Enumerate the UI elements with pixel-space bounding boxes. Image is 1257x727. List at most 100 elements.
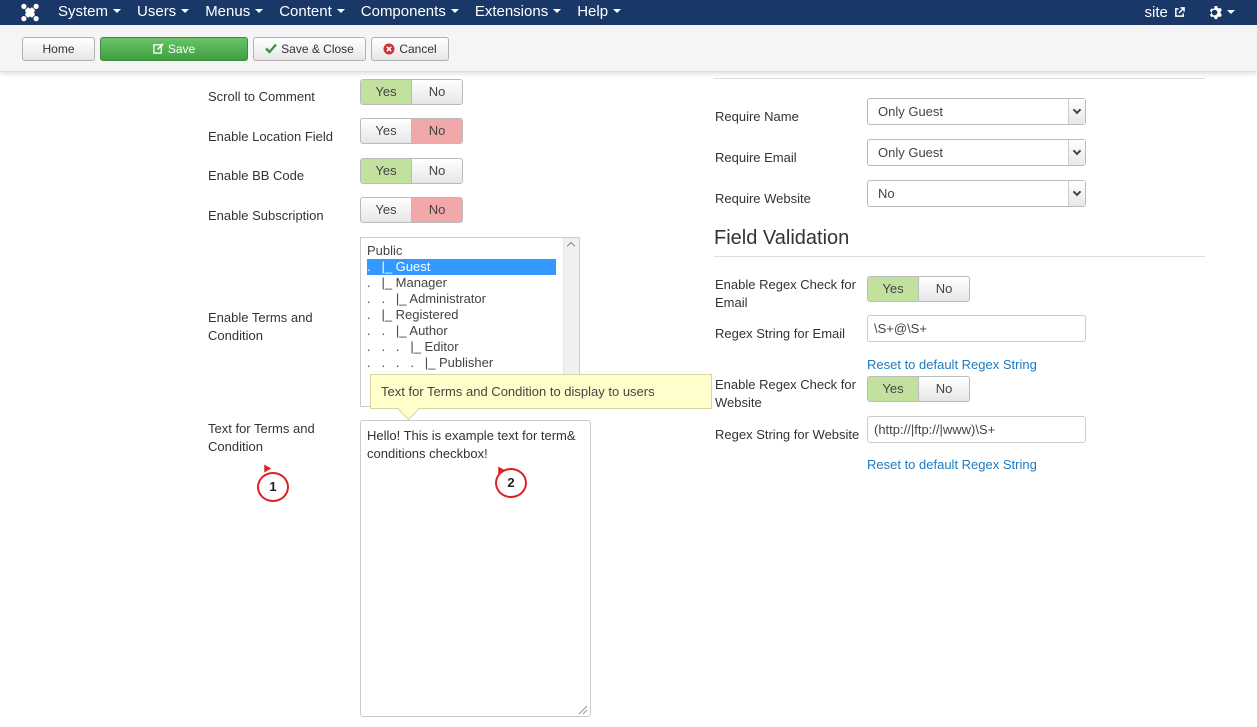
terms-text-line1: Hello! This is example text for term& (367, 428, 576, 443)
settings-menu[interactable] (1207, 5, 1235, 20)
chevron-down-icon[interactable] (1068, 181, 1085, 206)
caret-down-icon (613, 9, 622, 14)
require-website-select[interactable]: No (867, 180, 1086, 207)
scroll-to-comment-toggle: Yes No (360, 79, 463, 105)
enable-terms-label-line1: Enable Terms and (208, 310, 313, 325)
save-label: Save (167, 42, 196, 56)
listbox-option-selected[interactable]: . |_ Guest (367, 259, 556, 275)
regex-email-check-label: Enable Regex Check for Email (715, 276, 856, 312)
listbox-option[interactable]: . . . |_ Editor (367, 339, 459, 355)
scroll-to-comment-yes[interactable]: Yes (361, 80, 411, 104)
terms-text-textarea[interactable]: Hello! This is example text for term& co… (360, 420, 591, 717)
require-email-value: Only Guest (878, 145, 944, 160)
caret-down-icon (336, 9, 345, 14)
listbox-option[interactable]: . . |_ Administrator (367, 291, 486, 307)
regex-website-check-label: Enable Regex Check for Website (715, 376, 856, 412)
enable-location-label: Enable Location Field (208, 129, 334, 144)
enable-location-yes[interactable]: Yes (361, 119, 411, 143)
scroll-to-comment-no[interactable]: No (411, 80, 462, 104)
require-email-label: Require Email (715, 150, 797, 165)
chevron-up-icon[interactable] (566, 241, 576, 251)
chevron-down-icon[interactable] (1068, 140, 1085, 165)
top-navbar: System Users Menus Content Components Ex… (0, 0, 1257, 25)
menu-content[interactable]: Content (271, 0, 353, 25)
reset-regex-website-link[interactable]: Reset to default Regex String (867, 457, 1037, 472)
enable-bbcode-toggle: Yes No (360, 158, 463, 184)
menu-help[interactable]: Help (569, 0, 629, 25)
chevron-down-icon[interactable] (1068, 99, 1085, 124)
callout-marker-2: 2 (495, 468, 527, 498)
site-link-label: site (1144, 3, 1168, 21)
toolbar: Home Save Save & Close Cancel (0, 25, 1257, 72)
regex-website-check-label-line1: Enable Regex Check for (715, 377, 856, 392)
tooltip: Text for Terms and Condition to display … (370, 374, 712, 409)
enable-subscription-toggle: Yes No (360, 197, 463, 223)
terms-text-label-line2: Condition (208, 439, 263, 454)
enable-bbcode-no[interactable]: No (411, 159, 462, 183)
save-button[interactable]: Save (100, 37, 248, 61)
listbox-option[interactable]: . |_ Manager (367, 275, 447, 291)
regex-website-check-yes[interactable]: Yes (868, 377, 918, 401)
resize-grip-icon[interactable] (576, 703, 588, 715)
caret-down-icon (255, 9, 264, 14)
regex-website-input[interactable]: (http://|ftp://|www)\S+ (867, 416, 1086, 443)
regex-email-check-label-line2: Email (715, 295, 748, 310)
listbox-option[interactable]: . |_ Registered (367, 307, 459, 323)
menu-components[interactable]: Components (353, 0, 467, 25)
caret-down-icon (450, 9, 459, 14)
require-name-label: Require Name (715, 109, 799, 124)
enable-terms-label-line2: Condition (208, 328, 263, 343)
field-validation-heading: Field Validation (714, 227, 850, 249)
require-website-value: No (878, 186, 895, 201)
listbox-option[interactable]: . . . . |_ Publisher (367, 355, 493, 371)
enable-location-toggle: Yes No (360, 118, 463, 144)
main-menu: System Users Menus Content Components Ex… (50, 0, 629, 25)
menu-extensions[interactable]: Extensions (467, 0, 569, 25)
require-website-label: Require Website (715, 191, 811, 206)
regex-email-check-label-line1: Enable Regex Check for (715, 277, 856, 292)
cancel-label: Cancel (399, 42, 437, 56)
menu-help-label: Help (577, 3, 609, 20)
menu-system[interactable]: System (50, 0, 129, 25)
regex-email-check-no[interactable]: No (918, 277, 969, 301)
listbox-option[interactable]: Public (367, 243, 402, 259)
enable-bbcode-yes[interactable]: Yes (361, 159, 411, 183)
listbox-option[interactable]: . . |_ Author (367, 323, 448, 339)
cancel-icon (383, 43, 395, 55)
menu-system-label: System (58, 3, 109, 20)
save-close-button[interactable]: Save & Close (253, 37, 366, 61)
regex-email-input[interactable]: \S+@\S+ (867, 315, 1086, 342)
terms-text-label: Text for Terms and Condition (208, 420, 315, 456)
terms-text-label-line1: Text for Terms and (208, 421, 315, 436)
caret-down-icon (553, 9, 562, 14)
menu-users[interactable]: Users (129, 0, 197, 25)
home-button[interactable]: Home (22, 37, 95, 61)
divider (714, 256, 1205, 257)
joomla-logo-icon[interactable] (18, 2, 42, 23)
callout-marker-1: 1 (257, 472, 289, 502)
regex-website-check-no[interactable]: No (918, 377, 969, 401)
enable-subscription-yes[interactable]: Yes (361, 198, 411, 222)
caret-down-icon (113, 9, 122, 14)
navbar-right: site (1144, 0, 1235, 25)
menu-menus[interactable]: Menus (197, 0, 271, 25)
gear-icon (1209, 5, 1222, 20)
menu-components-label: Components (360, 3, 446, 20)
enable-subscription-label: Enable Subscription (208, 208, 324, 223)
reset-regex-email-link[interactable]: Reset to default Regex String (867, 357, 1037, 372)
enable-terms-label: Enable Terms and Condition (208, 309, 313, 345)
regex-website-check-label-line2: Website (715, 395, 762, 410)
require-name-select[interactable]: Only Guest (867, 98, 1086, 125)
regex-website-label: Regex String for Website (715, 427, 860, 442)
edit-icon (153, 43, 164, 55)
cancel-button[interactable]: Cancel (371, 37, 449, 61)
site-link[interactable]: site (1144, 1, 1185, 25)
regex-email-check-yes[interactable]: Yes (868, 277, 918, 301)
require-email-select[interactable]: Only Guest (867, 139, 1086, 166)
callout-pointer-icon (260, 462, 272, 473)
enable-subscription-no[interactable]: No (411, 198, 462, 222)
enable-location-no[interactable]: No (411, 119, 462, 143)
terms-text-line2: conditions checkbox! (367, 446, 488, 461)
regex-email-label: Regex String for Email (715, 326, 846, 341)
enable-bbcode-label: Enable BB Code (208, 168, 305, 183)
